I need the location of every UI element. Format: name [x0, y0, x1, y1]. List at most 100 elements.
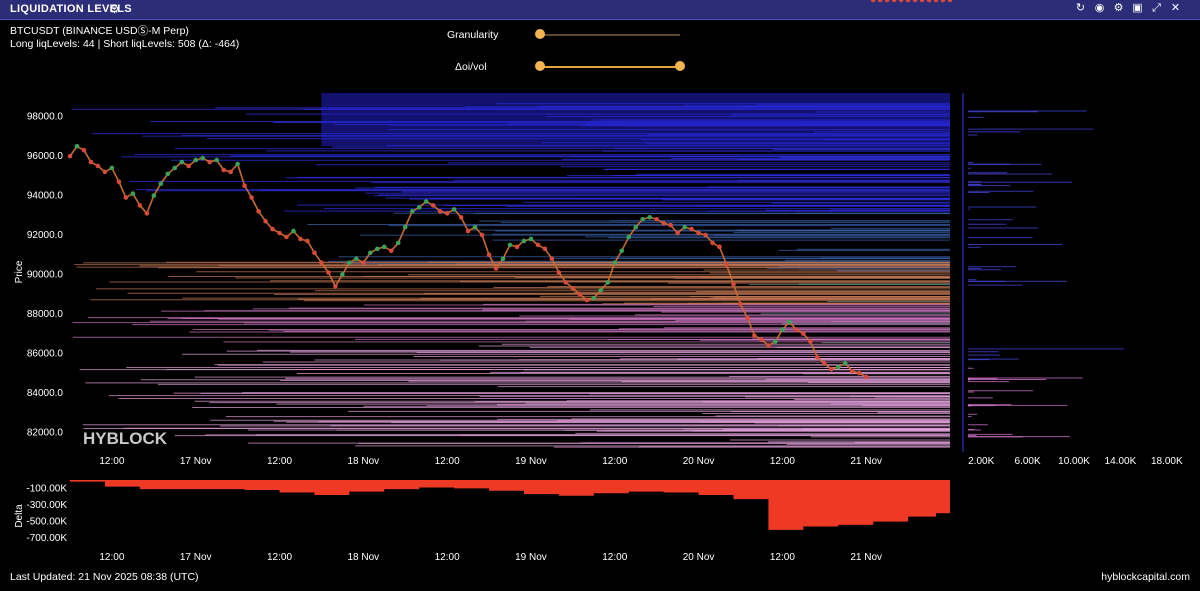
delta-axis-title: Delta	[14, 504, 25, 528]
price-point-down	[249, 195, 254, 200]
liquidation-histogram-layer: 2.00K 6.00K 10.00K 14.00K 18.00K	[962, 93, 1183, 467]
price-point-up	[647, 214, 652, 220]
price-tick-label: 90000.0	[27, 269, 64, 280]
price-point-up	[633, 224, 639, 230]
price-point-down	[207, 159, 212, 165]
price-point-up	[130, 191, 136, 196]
price-point-down	[116, 179, 122, 185]
price-point-down	[759, 337, 764, 342]
price-point-up	[172, 165, 178, 171]
price-point-down	[298, 236, 303, 242]
price-point-up	[158, 181, 164, 187]
levels-count: Long liqLevels: 44 | Short liqLevels: 50…	[10, 38, 240, 50]
price-point-up	[780, 327, 785, 333]
price-point-down	[88, 159, 94, 165]
price-point-down	[766, 343, 771, 348]
price-point-up	[682, 224, 687, 230]
price-point-down	[123, 195, 129, 200]
price-point-down	[563, 280, 569, 285]
price-point-down	[319, 260, 324, 265]
price-point-down	[277, 230, 282, 236]
price-tick-label: 98000.0	[27, 112, 64, 123]
price-point-down	[444, 211, 450, 216]
price-point-down	[808, 339, 813, 344]
price-point-up	[109, 165, 115, 171]
brand-link[interactable]: hyblockcapital.com	[1101, 571, 1190, 583]
time-tick-label: 17 Nov	[180, 456, 212, 467]
delta-time-tick-label: 12:00	[770, 552, 795, 563]
price-point-down	[870, 0, 876, 3]
price-point-up	[381, 244, 387, 250]
price-point-down	[724, 262, 729, 267]
histogram-divider	[962, 93, 964, 452]
price-point-down	[654, 216, 659, 222]
price-point-down	[877, 0, 883, 3]
histogram-tick-label: 14.00K	[1105, 456, 1137, 467]
price-point-up	[773, 339, 778, 344]
delta-oi-vol-label: Δoi/vol	[455, 61, 487, 73]
price-point-up	[340, 272, 345, 277]
price-point-down	[430, 203, 436, 208]
price-point-up	[507, 242, 513, 248]
price-tick-label: 84000.0	[27, 388, 64, 399]
price-point-down	[577, 291, 583, 297]
time-tick-label: 21 Nov	[850, 456, 882, 467]
price-point-down	[465, 228, 471, 234]
price-point-up	[605, 280, 611, 285]
price-point-up	[291, 228, 296, 234]
price-point-down	[228, 169, 233, 175]
price-point-down	[731, 282, 736, 287]
price-point-up	[235, 161, 240, 167]
price-point-up	[626, 234, 632, 240]
price-point-down	[270, 226, 275, 232]
price-point-down	[305, 238, 310, 244]
granularity-label: Granularity	[447, 29, 499, 41]
delta-oi-vol-slider[interactable]	[540, 66, 680, 68]
price-point-down	[81, 147, 87, 153]
granularity-slider[interactable]	[540, 34, 680, 36]
delta-time-tick-label: 12:00	[99, 552, 124, 563]
price-point-up	[591, 295, 597, 301]
liquidation-levels-layer	[71, 93, 950, 448]
price-point-up	[214, 157, 219, 163]
price-point-down	[710, 240, 715, 246]
price-point-down	[479, 232, 485, 238]
price-point-up	[787, 319, 792, 325]
price-point-down	[884, 0, 890, 3]
price-point-down	[493, 266, 499, 271]
price-tick-label: 86000.0	[27, 348, 64, 359]
time-tick-label: 12:00	[602, 456, 627, 467]
time-tick-label: 12:00	[99, 456, 124, 467]
price-tick-label: 96000.0	[27, 151, 64, 162]
price-point-down	[95, 163, 101, 169]
delta-time-tick-label: 21 Nov	[850, 552, 882, 563]
price-tick-label: 92000.0	[27, 230, 64, 241]
price-point-down	[326, 270, 331, 275]
price-point-up	[842, 360, 848, 366]
price-point-down	[333, 284, 338, 289]
granularity-handle[interactable]	[535, 29, 545, 39]
histogram-tick-label: 18.00K	[1151, 456, 1183, 467]
delta-oi-vol-min-handle[interactable]	[535, 61, 545, 71]
price-tick-label: 94000.0	[27, 191, 64, 202]
time-tick-label: 18 Nov	[347, 456, 379, 467]
price-point-up	[354, 256, 359, 261]
price-point-up	[200, 155, 205, 161]
price-point-down	[696, 230, 701, 236]
price-point-up	[179, 159, 185, 165]
time-tick-label: 19 Nov	[515, 456, 547, 467]
price-point-down	[284, 234, 289, 240]
histogram-tick-label: 2.00K	[968, 456, 994, 467]
delta-time-tick-label: 12:00	[267, 552, 292, 563]
delta-oi-vol-max-handle[interactable]	[675, 61, 685, 71]
price-point-up	[347, 260, 352, 265]
price-point-down	[919, 0, 925, 3]
price-point-down	[67, 153, 73, 159]
price-point-up	[528, 236, 534, 242]
histogram-tick-label: 10.00K	[1058, 456, 1090, 467]
price-point-down	[856, 370, 862, 376]
price-point-up	[402, 224, 408, 230]
price-point-down	[144, 211, 150, 216]
price-point-up	[368, 250, 373, 256]
last-updated: Last Updated: 21 Nov 2025 08:38 (UTC)	[10, 571, 199, 583]
